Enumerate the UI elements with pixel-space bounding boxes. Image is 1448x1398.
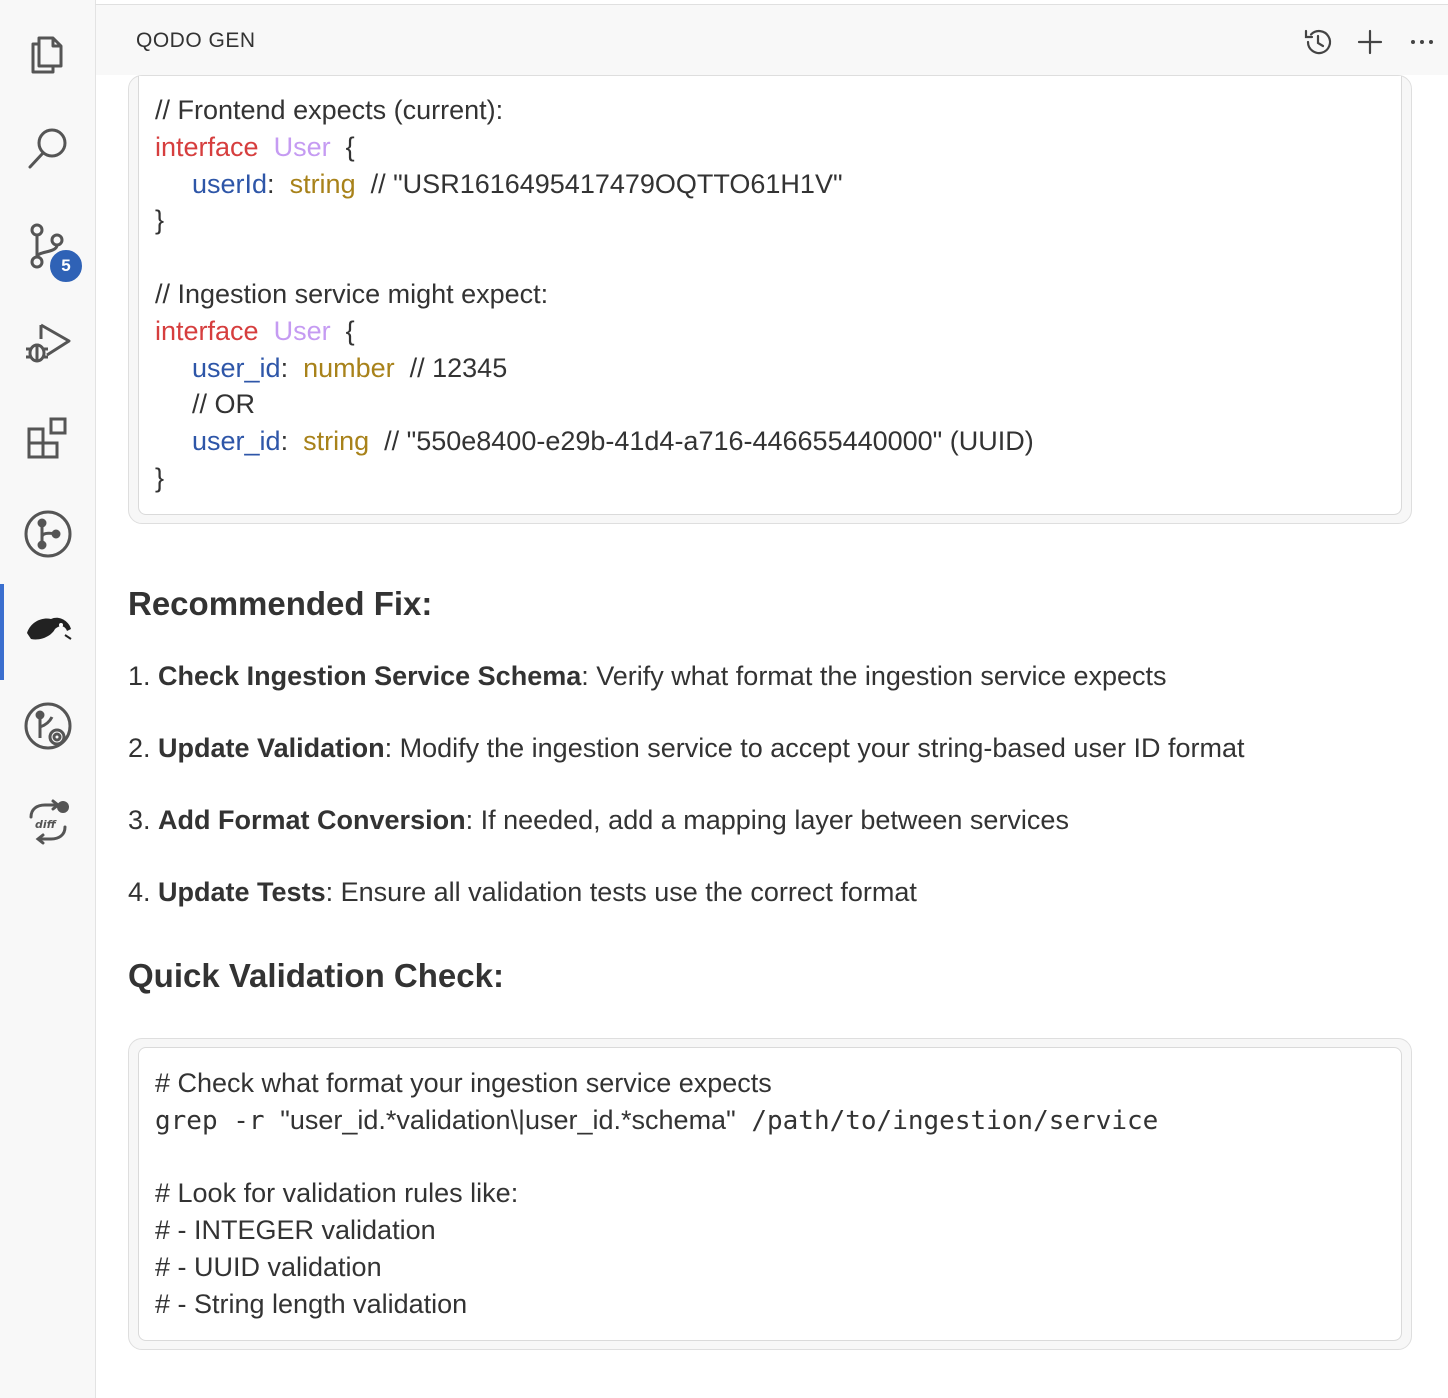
source-control-badge: 5 xyxy=(48,248,84,284)
code-line: # - String length validation xyxy=(155,1286,467,1323)
list-item: 3. Add Format Conversion: If needed, add… xyxy=(128,805,1069,835)
code-line: // Ingestion service might expect: xyxy=(155,276,548,313)
code-token: // 12345 xyxy=(394,352,508,383)
code-token: // Ingestion service might expect: xyxy=(155,279,549,309)
code-token: // Frontend expects (current): xyxy=(155,95,504,125)
source-control-icon[interactable]: 5 xyxy=(0,205,95,285)
explorer-icon[interactable] xyxy=(0,13,95,93)
code-token: // "USR1616495417479OQTTO61H1V" xyxy=(355,168,843,199)
code-token: # - INTEGER validation xyxy=(155,1215,436,1246)
panel-header: QODO GEN xyxy=(96,5,1448,75)
history-icon[interactable] xyxy=(1292,23,1344,61)
code-token: interface xyxy=(155,131,259,162)
code-token: // OR xyxy=(192,389,256,420)
code-token: user_id xyxy=(192,352,281,383)
code-token: : xyxy=(280,426,304,457)
quick-validation-heading: Quick Validation Check: xyxy=(128,957,504,994)
code-token: /path/to/ingestion/service xyxy=(735,1105,1159,1136)
code-token: # Look for validation rules like: xyxy=(155,1178,519,1209)
list-item: 1. Check Ingestion Service Schema: Verif… xyxy=(128,661,1167,691)
code-token: number xyxy=(303,352,395,383)
code-line: user_id: string // "550e8400-e29b-41d4-a… xyxy=(192,423,1034,460)
code-line: # Check what format your ingestion servi… xyxy=(155,1065,772,1102)
code-token: string xyxy=(289,168,356,199)
panel-title: QODO GEN xyxy=(136,29,256,52)
code-token: "user_id.*validation\|user_id.*schema" xyxy=(280,1104,736,1135)
code-token: { xyxy=(330,131,355,162)
code-line: // OR xyxy=(192,386,255,423)
code-token: // "550e8400-e29b-41d4-a716-446655440000… xyxy=(369,426,1034,457)
git-graph-icon[interactable] xyxy=(0,494,95,574)
diff-sync-icon[interactable]: diff xyxy=(0,782,95,862)
code-line: } xyxy=(155,460,164,497)
code-line: // Frontend expects (current): xyxy=(155,92,503,129)
git-lens-icon[interactable] xyxy=(0,686,95,766)
code-token: User xyxy=(273,315,331,346)
code-line: } xyxy=(155,202,164,239)
svg-text:diff: diff xyxy=(35,818,58,831)
new-chat-icon[interactable] xyxy=(1344,23,1396,61)
code-token: { xyxy=(330,315,355,346)
code-token: } xyxy=(155,205,165,236)
run-debug-icon[interactable] xyxy=(0,302,95,382)
code-line: grep -r "user_id.*validation\|user_id.*s… xyxy=(155,1102,1158,1140)
code-token: : xyxy=(280,352,304,383)
code-line: interface User { xyxy=(155,129,355,166)
code-line: # - UUID validation xyxy=(155,1249,382,1286)
search-icon[interactable] xyxy=(0,108,95,188)
header-actions xyxy=(1292,23,1448,61)
code-token: # Check what format your ingestion servi… xyxy=(155,1068,772,1098)
code-token: string xyxy=(303,426,370,457)
code-line: userId: string // "USR1616495417479OQTTO… xyxy=(192,166,843,203)
activity-bar: 5 diff xyxy=(0,0,96,1398)
code-token: # - UUID validation xyxy=(155,1252,382,1282)
code-token: grep -r xyxy=(155,1105,281,1136)
qodo-gen-icon[interactable] xyxy=(0,584,95,680)
code-token: # - String length validation xyxy=(155,1288,468,1319)
code-line: interface User { xyxy=(155,313,355,350)
extensions-icon[interactable] xyxy=(0,398,95,478)
recommended-fix-heading: Recommended Fix: xyxy=(128,585,433,622)
code-token: : xyxy=(267,168,290,199)
code-token: user_id xyxy=(192,426,281,457)
list-item: 2. Update Validation: Modify the ingesti… xyxy=(128,733,1245,763)
code-line: user_id: number // 12345 xyxy=(192,350,507,387)
more-actions-icon[interactable] xyxy=(1396,23,1448,61)
code-token: User xyxy=(273,131,331,162)
code-line: # - INTEGER validation xyxy=(155,1212,436,1249)
chat-content: // Frontend expects (current): interface … xyxy=(96,75,1448,1398)
code-token: } xyxy=(155,463,165,493)
list-item: 4. Update Tests: Ensure all validation t… xyxy=(128,877,917,907)
code-token: userId xyxy=(192,168,268,199)
code-line: # Look for validation rules like: xyxy=(155,1175,518,1212)
code-token: interface xyxy=(155,315,259,346)
